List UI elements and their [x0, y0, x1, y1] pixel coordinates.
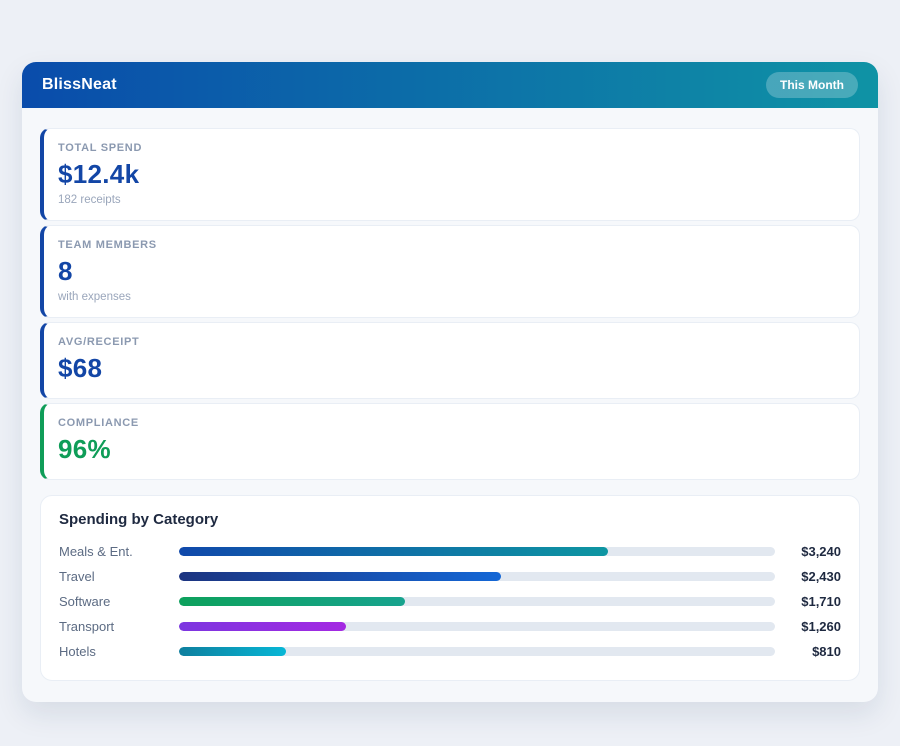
chart-title: Spending by Category	[59, 511, 841, 528]
stat-card-compliance: COMPLIANCE 96%	[40, 403, 860, 480]
stat-label: COMPLIANCE	[58, 417, 843, 429]
stat-value: 8	[58, 256, 843, 287]
stat-card-team-members: TEAM MEMBERS 8 with expenses	[40, 225, 860, 318]
chart-row: Software $1,710	[59, 589, 841, 614]
chart-row: Hotels $810	[59, 639, 841, 664]
chart-bar-fill	[179, 572, 501, 581]
stat-subtext: with expenses	[58, 291, 843, 303]
stat-label: TEAM MEMBERS	[58, 239, 843, 251]
chart-category-label: Meals & Ent.	[59, 544, 179, 559]
stat-value: $12.4k	[58, 159, 843, 190]
stat-card-total-spend: TOTAL SPEND $12.4k 182 receipts	[40, 128, 860, 221]
chart-category-label: Transport	[59, 619, 179, 634]
stats-list: TOTAL SPEND $12.4k 182 receipts TEAM MEMBER…	[40, 128, 860, 480]
chart-bar-track	[179, 547, 775, 556]
chart-row: Travel $2,430	[59, 564, 841, 589]
chart-bar-track	[179, 572, 775, 581]
dashboard-content: TOTAL SPEND $12.4k 182 receipts TEAM MEMBER…	[22, 108, 878, 702]
stat-value: 96%	[58, 434, 843, 465]
dashboard-panel: BlissNeat This Month TOTAL SPEND $12.4k 18…	[22, 62, 878, 702]
chart-bar-fill	[179, 622, 346, 631]
period-selector-badge[interactable]: This Month	[766, 72, 858, 98]
chart-bar-fill	[179, 647, 286, 656]
stat-value: $68	[58, 353, 843, 384]
chart-bar-track	[179, 597, 775, 606]
chart-row: Meals & Ent. $3,240	[59, 539, 841, 564]
stat-card-avg-receipt: AVG/RECEIPT $68	[40, 322, 860, 399]
chart-value-label: $3,240	[775, 544, 841, 559]
app-title: BlissNeat	[42, 76, 117, 94]
app-header: BlissNeat This Month	[22, 62, 878, 108]
chart-value-label: $810	[775, 644, 841, 659]
chart-category-label: Hotels	[59, 644, 179, 659]
chart-category-label: Software	[59, 594, 179, 609]
spending-chart-card: Spending by Category Meals & Ent. $3,240 T…	[40, 495, 860, 681]
chart-rows: Meals & Ent. $3,240 Travel $2,430 Software $1…	[59, 539, 841, 664]
chart-value-label: $2,430	[775, 569, 841, 584]
chart-value-label: $1,260	[775, 619, 841, 634]
stat-label: TOTAL SPEND	[58, 142, 843, 154]
chart-bar-track	[179, 647, 775, 656]
stat-subtext: 182 receipts	[58, 194, 843, 206]
stat-label: AVG/RECEIPT	[58, 336, 843, 348]
chart-bar-fill	[179, 597, 405, 606]
chart-bar-track	[179, 622, 775, 631]
chart-bar-fill	[179, 547, 608, 556]
chart-category-label: Travel	[59, 569, 179, 584]
chart-row: Transport $1,260	[59, 614, 841, 639]
chart-value-label: $1,710	[775, 594, 841, 609]
